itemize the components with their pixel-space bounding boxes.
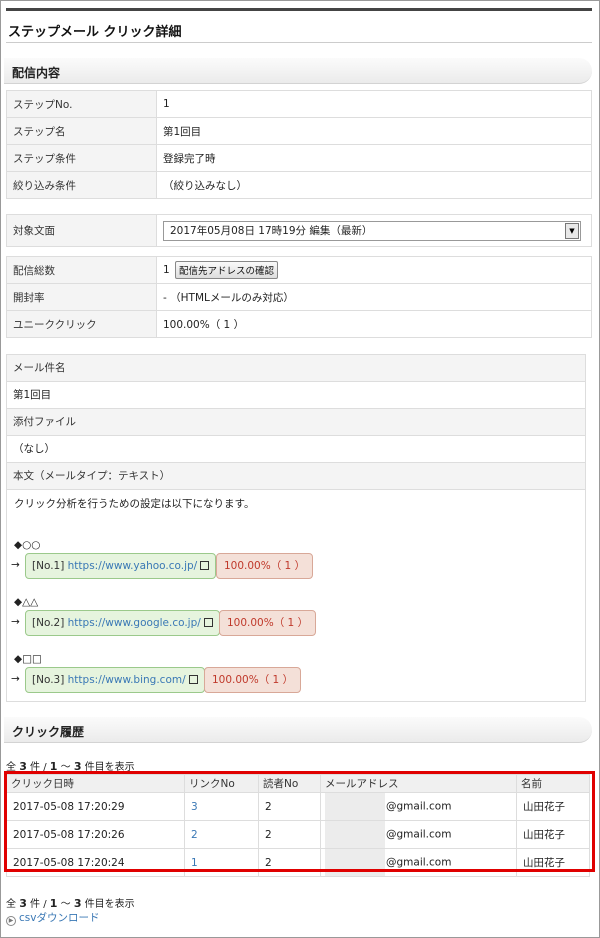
count-separator: ～ [60,899,71,910]
target-text-selected: 2017年05月08日 17時19分 編集（最新） [170,224,373,237]
target-text-select[interactable]: 2017年05月08日 17時19分 編集（最新） ▼ [163,220,581,241]
tracked-link[interactable]: [No.2] https://www.google.co.jp/ [25,610,220,636]
table-row: ユニーククリック 100.00%（ 1 ） [6,310,592,338]
open-rate-cell: - （HTMLメールのみ対応） [156,283,592,311]
tracked-link[interactable]: [No.3] https://www.bing.com/ [25,667,205,693]
filter-condition-value: （絞り込みなし） [156,171,592,199]
highlight-box [4,771,595,872]
table-row: ステップ条件 登録完了時 [6,144,592,172]
step-no-value: 1 [156,90,592,118]
unique-click-label: ユニーククリック [6,310,157,338]
step-name-label: ステップ名 [6,117,157,145]
arrow-icon: → [11,559,20,571]
link-group-symbol: ◆○○ [14,539,41,551]
link-number: [No.1] [32,560,65,572]
total-delivery-value: 1 [163,264,170,276]
external-link-icon[interactable] [200,561,210,570]
total-delivery-cell: 1 配信先アドレスの確認 [156,256,592,284]
mail-subject-label: メール件名 [7,355,585,382]
step-name-value: 第1回目 [156,117,592,145]
mail-attachment-value: （なし） [7,436,585,463]
target-text-label: 対象文面 [6,214,157,247]
target-text-cell: 2017年05月08日 17時19分 編集（最新） ▼ [156,214,592,247]
chevron-down-icon[interactable]: ▼ [565,222,579,239]
external-link-icon[interactable] [188,675,198,684]
mail-subject-value: 第1回目 [7,382,585,409]
delivery-stats-table: 配信総数 1 配信先アドレスの確認 開封率 - （HTMLメールのみ対応） ユニ… [6,256,592,338]
play-circle-icon: ▶ [6,916,16,926]
link-number: [No.2] [32,617,65,629]
delivery-section-title: 配信内容 [12,66,61,80]
arrow-icon: → [11,616,20,628]
table-row: 配信総数 1 配信先アドレスの確認 [6,256,592,284]
count-from: 1 [49,897,58,910]
count-prefix: 全 [6,899,16,910]
click-rate-badge: 100.00%（ 1 ） [216,553,314,579]
confirm-addresses-button[interactable]: 配信先アドレスの確認 [175,261,279,279]
count-total: 3 [19,897,27,910]
csv-download-label[interactable]: csvダウンロード [19,912,99,924]
arrow-icon: → [11,673,20,685]
click-rate-badge: 100.00%（ 1 ） [204,667,302,693]
step-condition-value: 登録完了時 [156,144,592,172]
step-condition-label: ステップ条件 [6,144,157,172]
tracked-link[interactable]: [No.1] https://www.yahoo.co.jp/ [25,553,217,579]
link-url[interactable]: https://www.bing.com/ [68,674,186,686]
unique-click-value: 100.00%（ 1 ） [156,310,592,338]
mail-body-intro: クリック分析を行うための設定は以下になります。 [14,498,255,510]
mail-content-box: メール件名 第1回目 添付ファイル （なし） 本文（メールタイプ：テキスト） ク… [6,354,586,702]
open-rate-label: 開封率 [6,283,157,311]
target-text-table: 対象文面 2017年05月08日 17時19分 編集（最新） ▼ [6,214,592,247]
link-group-symbol: ◆△△ [14,596,39,608]
click-rate-badge: 100.00%（ 1 ） [219,610,317,636]
link-url[interactable]: https://www.google.co.jp/ [68,617,201,629]
count-mid: 件 / [30,899,47,910]
link-number: [No.3] [32,674,65,686]
result-count-bottom: 全 3 件 / 1 ～ 3 件目を表示 [6,895,135,910]
history-section-title: クリック履歴 [12,725,85,739]
delivery-section-header: 配信内容 [4,58,592,84]
table-row: 開封率 - （HTMLメールのみ対応） [6,283,592,311]
title-divider [6,42,592,43]
step-no-label: ステップNo. [6,90,157,118]
history-section-header: クリック履歴 [4,717,592,743]
table-row: ステップ名 第1回目 [6,117,592,145]
external-link-icon[interactable] [203,618,213,627]
top-bar [6,8,592,11]
count-to: 3 [73,897,82,910]
filter-condition-label: 絞り込み条件 [6,171,157,199]
open-rate-note: （HTMLメールのみ対応） [170,291,294,304]
table-row: 絞り込み条件 （絞り込みなし） [6,171,592,199]
total-delivery-label: 配信総数 [6,256,157,284]
delivery-info-table: ステップNo. 1 ステップ名 第1回目 ステップ条件 登録完了時 絞り込み条件… [6,90,592,199]
table-row: 対象文面 2017年05月08日 17時19分 編集（最新） ▼ [6,214,592,247]
count-suffix: 件目を表示 [84,899,135,910]
table-row: ステップNo. 1 [6,90,592,118]
csv-download-link[interactable]: ▶ csvダウンロード [6,910,99,926]
page-title: ステップメール クリック詳細 [8,25,182,40]
mail-body-label: 本文（メールタイプ：テキスト） [7,463,585,490]
link-url[interactable]: https://www.yahoo.co.jp/ [68,560,198,572]
open-rate-value: - [163,291,167,304]
link-group-symbol: ◆□□ [14,653,42,665]
mail-attachment-label: 添付ファイル [7,409,585,436]
